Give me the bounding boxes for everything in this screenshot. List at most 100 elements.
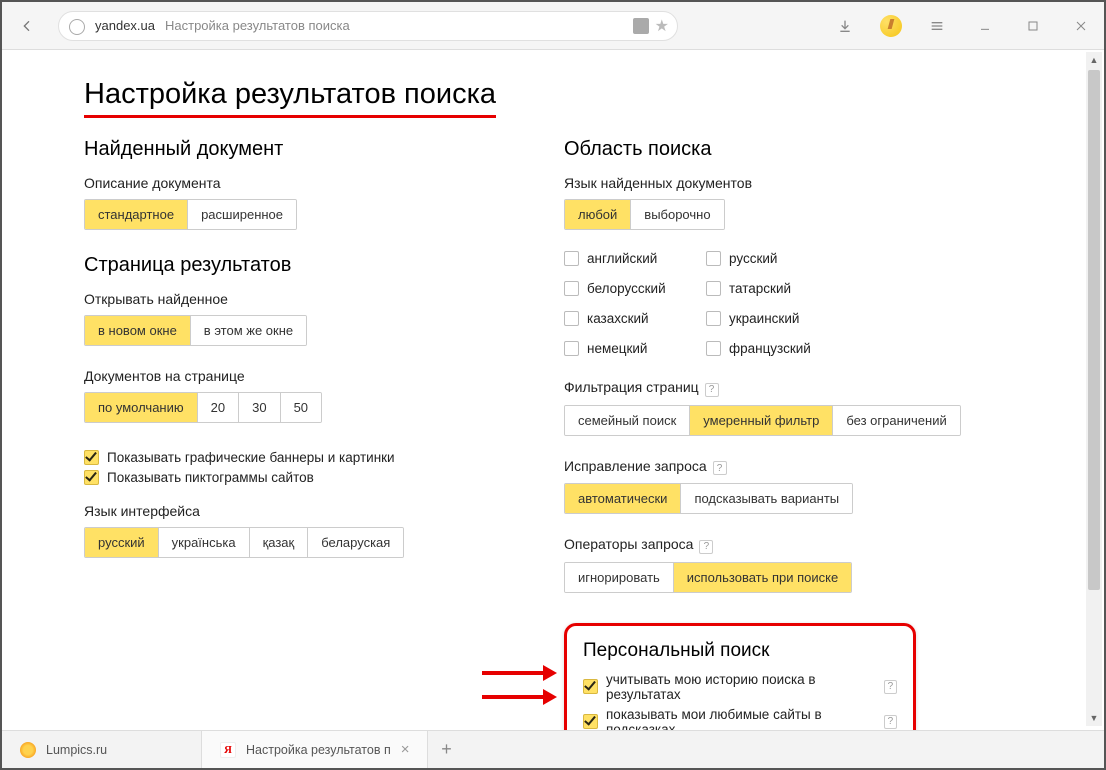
back-button[interactable]: [12, 11, 42, 41]
show-favicons-row[interactable]: Показывать пиктограммы сайтов: [84, 470, 484, 485]
help-icon[interactable]: ?: [705, 383, 719, 397]
query-correction-label: Исправление запроса ?: [564, 458, 964, 476]
page-viewport: Настройка результатов поиска Найденный д…: [2, 50, 1084, 730]
ops-use[interactable]: использовать при поиске: [674, 563, 851, 592]
open-found-label: Открывать найденное: [84, 291, 484, 307]
close-window-button[interactable]: [1068, 11, 1094, 41]
menu-icon[interactable]: [924, 11, 950, 41]
lang-be-checkbox[interactable]: [564, 281, 579, 296]
bookmark-star-icon[interactable]: ★: [655, 16, 669, 36]
lang-en-checkbox[interactable]: [564, 251, 579, 266]
correct-auto[interactable]: автоматически: [565, 484, 681, 513]
doc-desc-extended[interactable]: расширенное: [188, 200, 296, 229]
toolbar-right: [832, 11, 1094, 41]
ui-lang-by[interactable]: беларуская: [308, 528, 403, 557]
open-new-window[interactable]: в новом окне: [85, 316, 191, 345]
correct-suggest[interactable]: подсказывать варианты: [681, 484, 852, 513]
filter-family[interactable]: семейный поиск: [565, 406, 690, 435]
lang-ru-checkbox[interactable]: [706, 251, 721, 266]
yandex-favicon-icon: Я: [220, 742, 236, 758]
page-filter-label: Фильтрация страниц ?: [564, 379, 964, 397]
found-docs-lang-segment: любой выборочно: [564, 199, 725, 230]
lang-kk-row[interactable]: казахский: [564, 311, 694, 326]
url-title: Настройка результатов поиска: [165, 18, 350, 33]
ui-language-segment: русский українська қазақ беларуская: [84, 527, 404, 558]
help-icon[interactable]: ?: [884, 680, 897, 694]
doc-description-label: Описание документа: [84, 175, 484, 191]
lang-en-row[interactable]: английский: [564, 251, 694, 266]
content: Настройка результатов поиска Найденный д…: [2, 50, 1084, 730]
show-fav-sites-checkbox[interactable]: [583, 714, 598, 729]
personal-search-heading: Персональный поиск: [583, 640, 897, 662]
extension-icon[interactable]: [880, 15, 902, 37]
scroll-thumb[interactable]: [1088, 70, 1100, 590]
ui-language-label: Язык интерфейса: [84, 503, 484, 519]
tab-bar: Lumpics.ru Я Настройка результатов п × +: [2, 730, 1104, 768]
show-banners-row[interactable]: Показывать графические баннеры и картинк…: [84, 450, 484, 465]
docs-per-page-segment: по умолчанию 20 30 50: [84, 392, 322, 423]
docs-50[interactable]: 50: [281, 393, 321, 422]
tab-lumpics[interactable]: Lumpics.ru: [2, 731, 202, 768]
help-icon[interactable]: ?: [884, 715, 897, 729]
scroll-down-icon[interactable]: ▼: [1086, 710, 1102, 726]
scroll-up-icon[interactable]: ▲: [1086, 52, 1102, 68]
doc-description-segment: стандартное расширенное: [84, 199, 297, 230]
left-column: Найденный документ Описание документа ст…: [84, 138, 484, 730]
filter-moderate[interactable]: умеренный фильтр: [690, 406, 833, 435]
help-icon[interactable]: ?: [713, 461, 727, 475]
new-tab-button[interactable]: +: [428, 731, 464, 768]
lang-uk-row[interactable]: украинский: [706, 311, 836, 326]
use-history-row[interactable]: учитывать мою историю поиска в результат…: [583, 672, 897, 702]
results-page-heading: Страница результатов: [84, 254, 484, 277]
docs-30[interactable]: 30: [239, 393, 280, 422]
personal-search-callout: Персональный поиск учитывать мою историю…: [564, 623, 916, 731]
lang-be-row[interactable]: белорусский: [564, 281, 694, 296]
open-same-window[interactable]: в этом же окне: [191, 316, 306, 345]
search-scope-heading: Область поиска: [564, 138, 964, 161]
lang-de-row[interactable]: немецкий: [564, 341, 694, 356]
lang-de-checkbox[interactable]: [564, 341, 579, 356]
lumpics-favicon-icon: [20, 742, 36, 758]
query-operators-segment: игнорировать использовать при поиске: [564, 562, 852, 593]
address-bar[interactable]: yandex.ua Настройка результатов поиска ★: [58, 11, 678, 41]
show-favicons-checkbox[interactable]: [84, 470, 99, 485]
lang-fr-checkbox[interactable]: [706, 341, 721, 356]
lang-any[interactable]: любой: [565, 200, 631, 229]
filter-none[interactable]: без ограничений: [833, 406, 959, 435]
close-tab-icon[interactable]: ×: [401, 741, 410, 758]
lang-fr-row[interactable]: французский: [706, 341, 836, 356]
ui-lang-ru[interactable]: русский: [85, 528, 159, 557]
ops-ignore[interactable]: игнорировать: [565, 563, 674, 592]
docs-default[interactable]: по умолчанию: [85, 393, 198, 422]
found-docs-lang-label: Язык найденных документов: [564, 175, 964, 191]
use-history-label: учитывать мою историю поиска в результат…: [606, 672, 874, 702]
ui-lang-ua[interactable]: українська: [159, 528, 250, 557]
lang-tt-checkbox[interactable]: [706, 281, 721, 296]
show-fav-sites-row[interactable]: показывать мои любимые сайты в подсказка…: [583, 707, 897, 731]
show-favicons-label: Показывать пиктограммы сайтов: [107, 470, 314, 485]
lang-tt-row[interactable]: татарский: [706, 281, 836, 296]
show-banners-checkbox[interactable]: [84, 450, 99, 465]
lang-kk-checkbox[interactable]: [564, 311, 579, 326]
help-icon[interactable]: ?: [699, 540, 713, 554]
vertical-scrollbar[interactable]: ▲ ▼: [1086, 52, 1102, 726]
minimize-button[interactable]: [972, 11, 998, 41]
query-correction-segment: автоматически подсказывать варианты: [564, 483, 853, 514]
url-domain: yandex.ua: [95, 18, 155, 33]
lang-uk-checkbox[interactable]: [706, 311, 721, 326]
annotation-arrow-1: [482, 666, 557, 680]
lang-selective[interactable]: выборочно: [631, 200, 723, 229]
use-history-checkbox[interactable]: [583, 679, 598, 694]
open-found-segment: в новом окне в этом же окне: [84, 315, 307, 346]
ui-lang-kz[interactable]: қазақ: [250, 528, 309, 557]
page-title: Настройка результатов поиска: [84, 78, 496, 118]
docs-20[interactable]: 20: [198, 393, 239, 422]
url-right-icons: ★: [633, 16, 669, 36]
doc-desc-standard[interactable]: стандартное: [85, 200, 188, 229]
download-icon[interactable]: [832, 11, 858, 41]
tab-yandex-settings[interactable]: Я Настройка результатов п ×: [202, 731, 428, 768]
lang-ru-row[interactable]: русский: [706, 251, 836, 266]
globe-icon: [69, 19, 85, 35]
maximize-button[interactable]: [1020, 11, 1046, 41]
page-filter-segment: семейный поиск умеренный фильтр без огра…: [564, 405, 961, 436]
